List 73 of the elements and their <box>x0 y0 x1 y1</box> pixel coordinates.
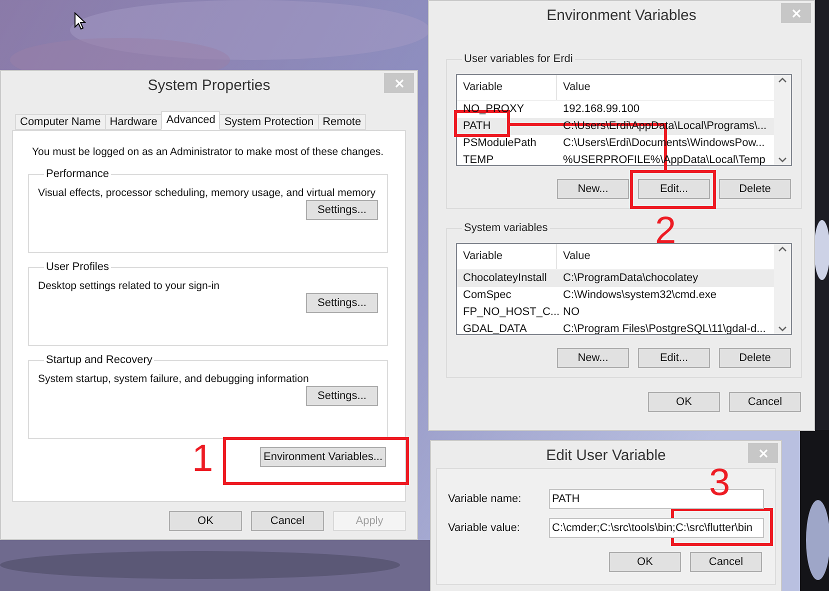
scroll-up-icon[interactable] <box>778 246 787 252</box>
cursor-icon <box>74 12 86 30</box>
dialog-button[interactable]: Edit... <box>638 179 710 199</box>
variable-value: 192.168.99.100 <box>563 103 640 116</box>
dialog-button[interactable]: OK <box>169 511 242 531</box>
field-label: Variable value: <box>448 520 521 536</box>
tab[interactable]: Hardware <box>104 114 162 130</box>
tab[interactable]: Advanced <box>161 111 220 130</box>
tab[interactable]: Computer Name <box>15 114 106 130</box>
dialog-button[interactable]: Settings... <box>306 293 378 313</box>
dialog-button[interactable]: Edit... <box>638 348 710 368</box>
tab[interactable]: Remote <box>318 114 366 130</box>
variable-name: GDAL_DATA <box>463 323 527 334</box>
field-value: PATH <box>552 492 580 507</box>
dialog-button[interactable]: New... <box>557 179 629 199</box>
scrollbar[interactable] <box>774 244 791 334</box>
variable-name: ChocolateyInstall <box>463 272 547 285</box>
field-value: C:\cmder;C:\src\tools\bin;C:\src\flutter\bin <box>552 520 753 536</box>
dialog-button[interactable]: New... <box>557 348 629 368</box>
dialog-button[interactable]: Cancel <box>729 392 801 412</box>
variable-value: C:\Program Files\PostgreSQL\11\gdal-d... <box>563 323 766 334</box>
variable-name: TEMP <box>463 154 494 165</box>
group-description: Visual effects, processor scheduling, memory usage, and virtual memory <box>38 187 376 200</box>
close-button[interactable] <box>384 73 414 93</box>
group-title: User Profiles <box>45 261 110 274</box>
dialog-button[interactable]: Cancel <box>251 511 324 531</box>
notice-text: You must be logged on as an Administrator to make most of these changes. <box>32 146 384 159</box>
variable-row[interactable]: GDAL_DATA C:\Program Files\PostgreSQL\11\gdal-d... <box>457 321 774 334</box>
variable-name: PSModulePath <box>463 137 536 150</box>
dialog-button[interactable]: OK <box>648 392 720 412</box>
column-header[interactable]: Variable <box>457 75 557 100</box>
scroll-up-icon[interactable] <box>778 77 787 83</box>
dialog-button[interactable]: Delete <box>719 348 791 368</box>
close-button[interactable] <box>748 443 778 463</box>
column-header[interactable]: Variable <box>457 244 557 269</box>
scrollbar[interactable] <box>774 75 791 165</box>
dialog-button[interactable]: Settings... <box>306 200 378 220</box>
dialog-button[interactable]: OK <box>609 552 681 572</box>
close-icon <box>394 78 404 88</box>
variable-value: C:\Windows\system32\cmd.exe <box>563 289 716 302</box>
group-title: User variables for Erdi <box>463 53 574 66</box>
close-button[interactable] <box>781 3 811 23</box>
group-description: System startup, system failure, and debugging information <box>38 373 309 386</box>
variable-value: NO <box>563 306 580 319</box>
scroll-down-icon[interactable] <box>778 157 787 163</box>
text-field[interactable]: C:\cmder;C:\src\tools\bin;C:\src\flutter\bin <box>549 518 764 538</box>
group-title: Performance <box>45 168 110 181</box>
dialog-button[interactable]: Settings... <box>306 386 378 406</box>
dialog-button[interactable]: Cancel <box>690 552 762 572</box>
column-header[interactable]: Value <box>557 244 590 269</box>
window-title: System Properties <box>148 77 270 96</box>
dialog-button[interactable]: Delete <box>719 179 791 199</box>
close-icon <box>792 8 800 18</box>
group-description: Desktop settings related to your sign-in <box>38 280 220 293</box>
variable-name: ComSpec <box>463 289 512 302</box>
variable-row[interactable]: FP_NO_HOST_C... NO <box>457 304 774 321</box>
field-label: Variable name: <box>448 492 522 507</box>
window-title: Edit User Variable <box>546 447 666 466</box>
variable-row[interactable]: ChocolateyInstall C:\ProgramData\chocolatey <box>457 270 774 287</box>
group-title: Startup and Recovery <box>45 354 154 367</box>
tab[interactable]: System Protection <box>219 114 319 130</box>
variable-name: FP_NO_HOST_C... <box>463 306 560 319</box>
step-number: 1 <box>192 440 214 478</box>
variable-row[interactable]: ComSpec C:\Windows\system32\cmd.exe <box>457 287 774 304</box>
group-title: System variables <box>463 222 549 235</box>
step-number: 2 <box>655 212 676 250</box>
variable-name: PATH <box>463 120 491 133</box>
variable-value: C:\ProgramData\chocolatey <box>563 272 698 285</box>
column-header[interactable]: Value <box>557 75 590 100</box>
window-title: Environment Variables <box>546 7 696 26</box>
close-icon <box>758 448 768 458</box>
dialog-button[interactable]: Environment Variables... <box>260 447 386 467</box>
scroll-down-icon[interactable] <box>778 326 787 332</box>
